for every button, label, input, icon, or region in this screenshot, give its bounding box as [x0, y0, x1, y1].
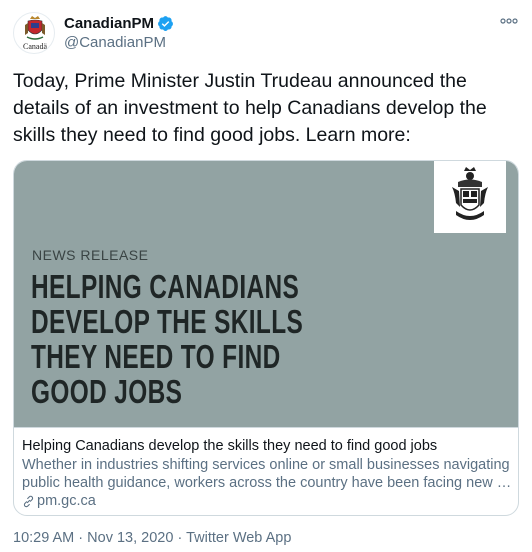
avatar-wordmark: Canadä	[23, 42, 47, 51]
headline-line: HELPING CANADIANS	[31, 268, 300, 305]
link-icon	[23, 495, 34, 508]
card-image[interactable]: NEWS RELEASE HELPING CANADIANS DEVELOP T…	[14, 161, 518, 427]
card-domain-row: pm.gc.ca	[22, 492, 512, 511]
headline-line: GOOD JOBS	[31, 373, 183, 410]
separator-dot: ·	[78, 530, 84, 546]
crest-logo-box	[434, 161, 506, 233]
tweet-date[interactable]: Nov 13, 2020	[87, 530, 173, 546]
news-release-label: NEWS RELEASE	[32, 247, 149, 263]
author-names: CanadianPM @CanadianPM	[64, 14, 174, 51]
card-meta[interactable]: Helping Canadians develop the skills the…	[14, 427, 518, 511]
more-options-icon[interactable]	[499, 14, 519, 28]
tweet-text: Today, Prime Minister Justin Trudeau ann…	[13, 70, 487, 146]
display-name[interactable]: CanadianPM	[64, 15, 154, 32]
tweet-time[interactable]: 10:29 AM	[13, 530, 74, 546]
author-handle[interactable]: @CanadianPM	[64, 34, 174, 51]
card-title[interactable]: Helping Canadians develop the skills the…	[22, 437, 512, 456]
tweet-source[interactable]: Twitter Web App	[186, 530, 291, 546]
royal-crest-icon	[452, 167, 488, 220]
card-headline: HELPING CANADIANS DEVELOP THE SKILLS THE…	[31, 269, 331, 409]
display-name-row: CanadianPM	[64, 14, 174, 33]
separator-dot: ·	[177, 530, 183, 546]
tweet-header: Canadä CanadianPM @CanadianPM	[13, 12, 519, 54]
headline-line: THEY NEED TO FIND	[31, 338, 281, 375]
tweet-timestamp-row: 10:29 AM · Nov 13, 2020 · Twitter Web Ap…	[13, 530, 291, 546]
coat-of-arms-icon	[25, 16, 45, 40]
avatar[interactable]: Canadä	[13, 12, 55, 54]
headline-line: DEVELOP THE SKILLS	[31, 303, 304, 340]
verified-badge-icon	[158, 16, 173, 31]
card-domain: pm.gc.ca	[37, 493, 96, 509]
card-description: Whether in industries shifting services …	[22, 457, 512, 491]
link-card[interactable]: NEWS RELEASE HELPING CANADIANS DEVELOP T…	[13, 160, 519, 516]
